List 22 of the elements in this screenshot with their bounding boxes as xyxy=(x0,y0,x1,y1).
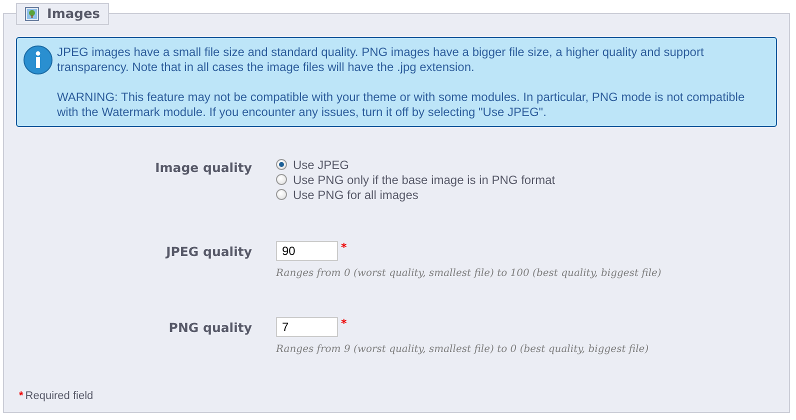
input-field[interactable]: 7 xyxy=(276,317,338,337)
radio-button[interactable] xyxy=(276,159,287,170)
radio-button[interactable] xyxy=(276,189,287,200)
required-note: Required field xyxy=(25,390,94,402)
radio-label[interactable]: Use JPEG xyxy=(293,158,350,172)
field-label: Image quality xyxy=(154,159,252,177)
radio-label[interactable]: Use PNG for all images xyxy=(293,188,418,202)
panel-title: Images xyxy=(47,6,100,22)
required-mark: * xyxy=(341,317,347,330)
radio-button[interactable] xyxy=(276,174,287,185)
required-mark: * xyxy=(341,241,347,254)
radio-label[interactable]: Use PNG only if the base image is in PNG format xyxy=(293,172,556,186)
field-label: PNG quality xyxy=(168,319,252,337)
info-text: WARNING: This feature may not be compatible with your theme or with some modules. In particular, PNG mode is not compatible with the Watermark module. If you encounter any issues, turn it off by selecting "Use JPEG". xyxy=(57,90,746,120)
info-icon xyxy=(23,45,53,75)
required-mark: * xyxy=(19,390,24,402)
field-hint: Ranges from 0 (worst quality, smallest file) to 100 (best quality, biggest file) xyxy=(276,268,662,279)
info-text: JPEG images have a small file size and standard quality. PNG images have a bigger file size, a higher quality and support transparency. Note that in all cases the image files will have the .jpg extension. xyxy=(57,45,705,75)
field-label: JPEG quality xyxy=(164,243,252,261)
input-field[interactable]: 90 xyxy=(276,241,338,261)
field-hint: Ranges from 9 (worst quality, smallest file) to 0 (best quality, biggest file) xyxy=(276,344,650,355)
image-icon xyxy=(25,7,39,21)
